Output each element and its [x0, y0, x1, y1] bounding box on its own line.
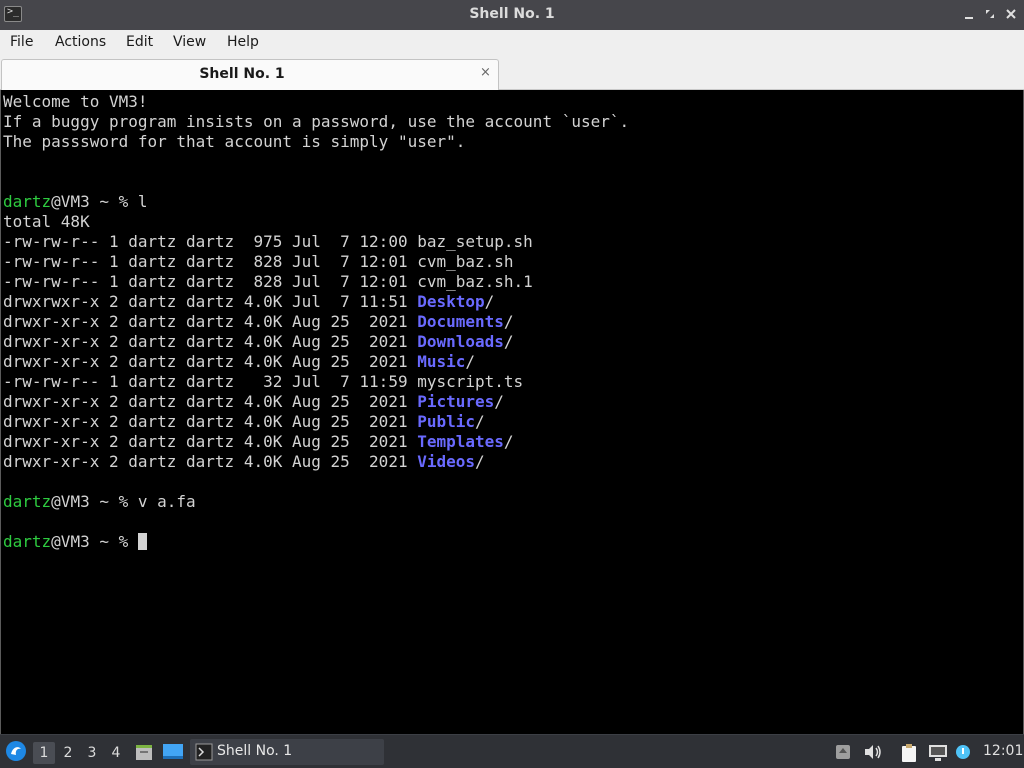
listing-meta: -rw-rw-r-- 1 dartz dartz 975 Jul 7 12:00: [3, 232, 418, 251]
listing-meta: drwxr-xr-x 2 dartz dartz 4.0K Aug 25 202…: [3, 412, 418, 431]
directory-name: Templates: [417, 432, 504, 451]
file-name: baz_setup.sh: [417, 232, 533, 251]
directory-name: Music: [417, 352, 466, 371]
workspace-3[interactable]: 3: [81, 742, 103, 764]
directory-name: Downloads: [417, 332, 504, 351]
listing-row: drwxr-xr-x 2 dartz dartz 4.0K Aug 25 202…: [3, 312, 514, 332]
menu-bar: File Actions Edit View Help: [0, 30, 1024, 56]
welcome-line: If a buggy program insists on a password…: [3, 112, 630, 131]
menu-view[interactable]: View: [173, 34, 206, 50]
directory-suffix: /: [494, 392, 504, 411]
workspace-1[interactable]: 1: [33, 742, 55, 764]
file-manager-icon[interactable]: [134, 742, 154, 762]
show-desktop-icon[interactable]: [162, 742, 184, 762]
listing-row: -rw-rw-r-- 1 dartz dartz 32 Jul 7 11:59 …: [3, 372, 523, 392]
tab-bar: Shell No. 1 ×: [0, 56, 1024, 90]
listing-row: drwxr-xr-x 2 dartz dartz 4.0K Aug 25 202…: [3, 412, 485, 432]
directory-name: Documents: [417, 312, 504, 331]
directory-suffix: /: [503, 432, 514, 451]
prompt-user: dartz: [3, 192, 52, 211]
directory-name: Pictures: [417, 392, 495, 411]
listing-meta: drwxr-xr-x 2 dartz dartz 4.0K Aug 25 202…: [3, 392, 418, 411]
start-menu-icon[interactable]: [5, 740, 27, 762]
directory-name: Desktop: [417, 292, 485, 311]
clipboard-icon[interactable]: [900, 743, 918, 763]
directory-name: Videos: [417, 452, 476, 471]
menu-edit[interactable]: Edit: [126, 34, 153, 50]
welcome-line: Welcome to VM3!: [3, 92, 148, 111]
directory-suffix: /: [484, 292, 495, 311]
listing-row: drwxr-xr-x 2 dartz dartz 4.0K Aug 25 202…: [3, 432, 514, 452]
listing-meta: -rw-rw-r-- 1 dartz dartz 828 Jul 7 12:01: [3, 272, 418, 291]
listing-meta: drwxr-xr-x 2 dartz dartz 4.0K Aug 25 202…: [3, 332, 418, 351]
menu-actions[interactable]: Actions: [55, 34, 106, 50]
window-titlebar[interactable]: >_ Shell No. 1: [0, 0, 1024, 30]
terminal-icon: [195, 743, 213, 761]
taskbar-task-shell[interactable]: Shell No. 1: [190, 739, 384, 765]
file-name: cvm_baz.sh: [417, 252, 514, 271]
maximize-icon[interactable]: [983, 7, 997, 21]
command-text: l: [137, 192, 148, 211]
file-name: cvm_baz.sh.1: [417, 272, 533, 291]
listing-row: -rw-rw-r-- 1 dartz dartz 828 Jul 7 12:01…: [3, 272, 533, 292]
prompt-line: dartz@VM3 ~ % v a.fa: [3, 492, 196, 512]
listing-row: -rw-rw-r-- 1 dartz dartz 828 Jul 7 12:01…: [3, 252, 514, 272]
listing-meta: -rw-rw-r-- 1 dartz dartz 32 Jul 7 11:59: [3, 372, 418, 391]
listing-row: drwxr-xr-x 2 dartz dartz 4.0K Aug 25 202…: [3, 392, 504, 412]
prompt-line-active: dartz@VM3 ~ %: [3, 532, 147, 552]
network-icon[interactable]: [927, 743, 949, 763]
prompt-host: @VM3 ~ %: [51, 492, 138, 511]
listing-meta: drwxr-xr-x 2 dartz dartz 4.0K Aug 25 202…: [3, 452, 418, 471]
listing-meta: -rw-rw-r-- 1 dartz dartz 828 Jul 7 12:01: [3, 252, 418, 271]
clock[interactable]: 12:01: [983, 743, 1023, 759]
welcome-line: The passsword for that account is simply…: [3, 132, 466, 151]
listing-meta: drwxr-xr-x 2 dartz dartz 4.0K Aug 25 202…: [3, 432, 418, 451]
listing-row: drwxr-xr-x 2 dartz dartz 4.0K Aug 25 202…: [3, 352, 475, 372]
prompt-host: @VM3 ~ %: [51, 192, 138, 211]
directory-suffix: /: [503, 312, 514, 331]
window-title: Shell No. 1: [469, 6, 555, 22]
workspace-4[interactable]: 4: [105, 742, 127, 764]
prompt-line: dartz@VM3 ~ % l: [3, 192, 148, 212]
directory-suffix: /: [465, 352, 476, 371]
listing-meta: drwxr-xr-x 2 dartz dartz 4.0K Aug 25 202…: [3, 352, 418, 371]
file-name: myscript.ts: [417, 372, 524, 391]
notification-icon[interactable]: [953, 743, 973, 763]
listing-meta: drwxr-xr-x 2 dartz dartz 4.0K Aug 25 202…: [3, 312, 418, 331]
menu-file[interactable]: File: [10, 34, 33, 50]
listing-meta: drwxrwxr-x 2 dartz dartz 4.0K Jul 7 11:5…: [3, 292, 418, 311]
directory-suffix: /: [503, 332, 514, 351]
volume-icon[interactable]: [863, 743, 883, 761]
prompt-host: @VM3 ~ %: [51, 532, 138, 551]
menu-help[interactable]: Help: [227, 34, 259, 50]
listing-row: drwxr-xr-x 2 dartz dartz 4.0K Aug 25 202…: [3, 452, 485, 472]
taskbar: 1 2 3 4 Shell No. 1 12:01: [0, 734, 1024, 768]
minimize-icon[interactable]: [962, 7, 976, 21]
close-window-icon[interactable]: [1004, 7, 1018, 21]
directory-name: Public: [417, 412, 476, 431]
workspace-2[interactable]: 2: [57, 742, 79, 764]
terminal-output[interactable]: Welcome to VM3! If a buggy program insis…: [0, 90, 1024, 734]
tab-shell-1[interactable]: Shell No. 1 ×: [1, 59, 499, 90]
prompt-user: dartz: [3, 532, 52, 551]
directory-suffix: /: [475, 452, 485, 471]
text-cursor: [137, 533, 147, 550]
tab-label: Shell No. 1: [199, 66, 285, 82]
command-text: v a.fa: [137, 492, 196, 511]
listing-row: drwxr-xr-x 2 dartz dartz 4.0K Aug 25 202…: [3, 332, 514, 352]
tab-close-icon[interactable]: ×: [480, 65, 491, 80]
prompt-user: dartz: [3, 492, 52, 511]
listing-row: drwxrwxr-x 2 dartz dartz 4.0K Jul 7 11:5…: [3, 292, 494, 312]
update-notifier-icon[interactable]: [834, 743, 852, 761]
listing-row: -rw-rw-r-- 1 dartz dartz 975 Jul 7 12:00…: [3, 232, 533, 252]
total-line: total 48K: [3, 212, 90, 231]
directory-suffix: /: [475, 412, 485, 431]
taskbar-task-label: Shell No. 1: [217, 743, 293, 759]
